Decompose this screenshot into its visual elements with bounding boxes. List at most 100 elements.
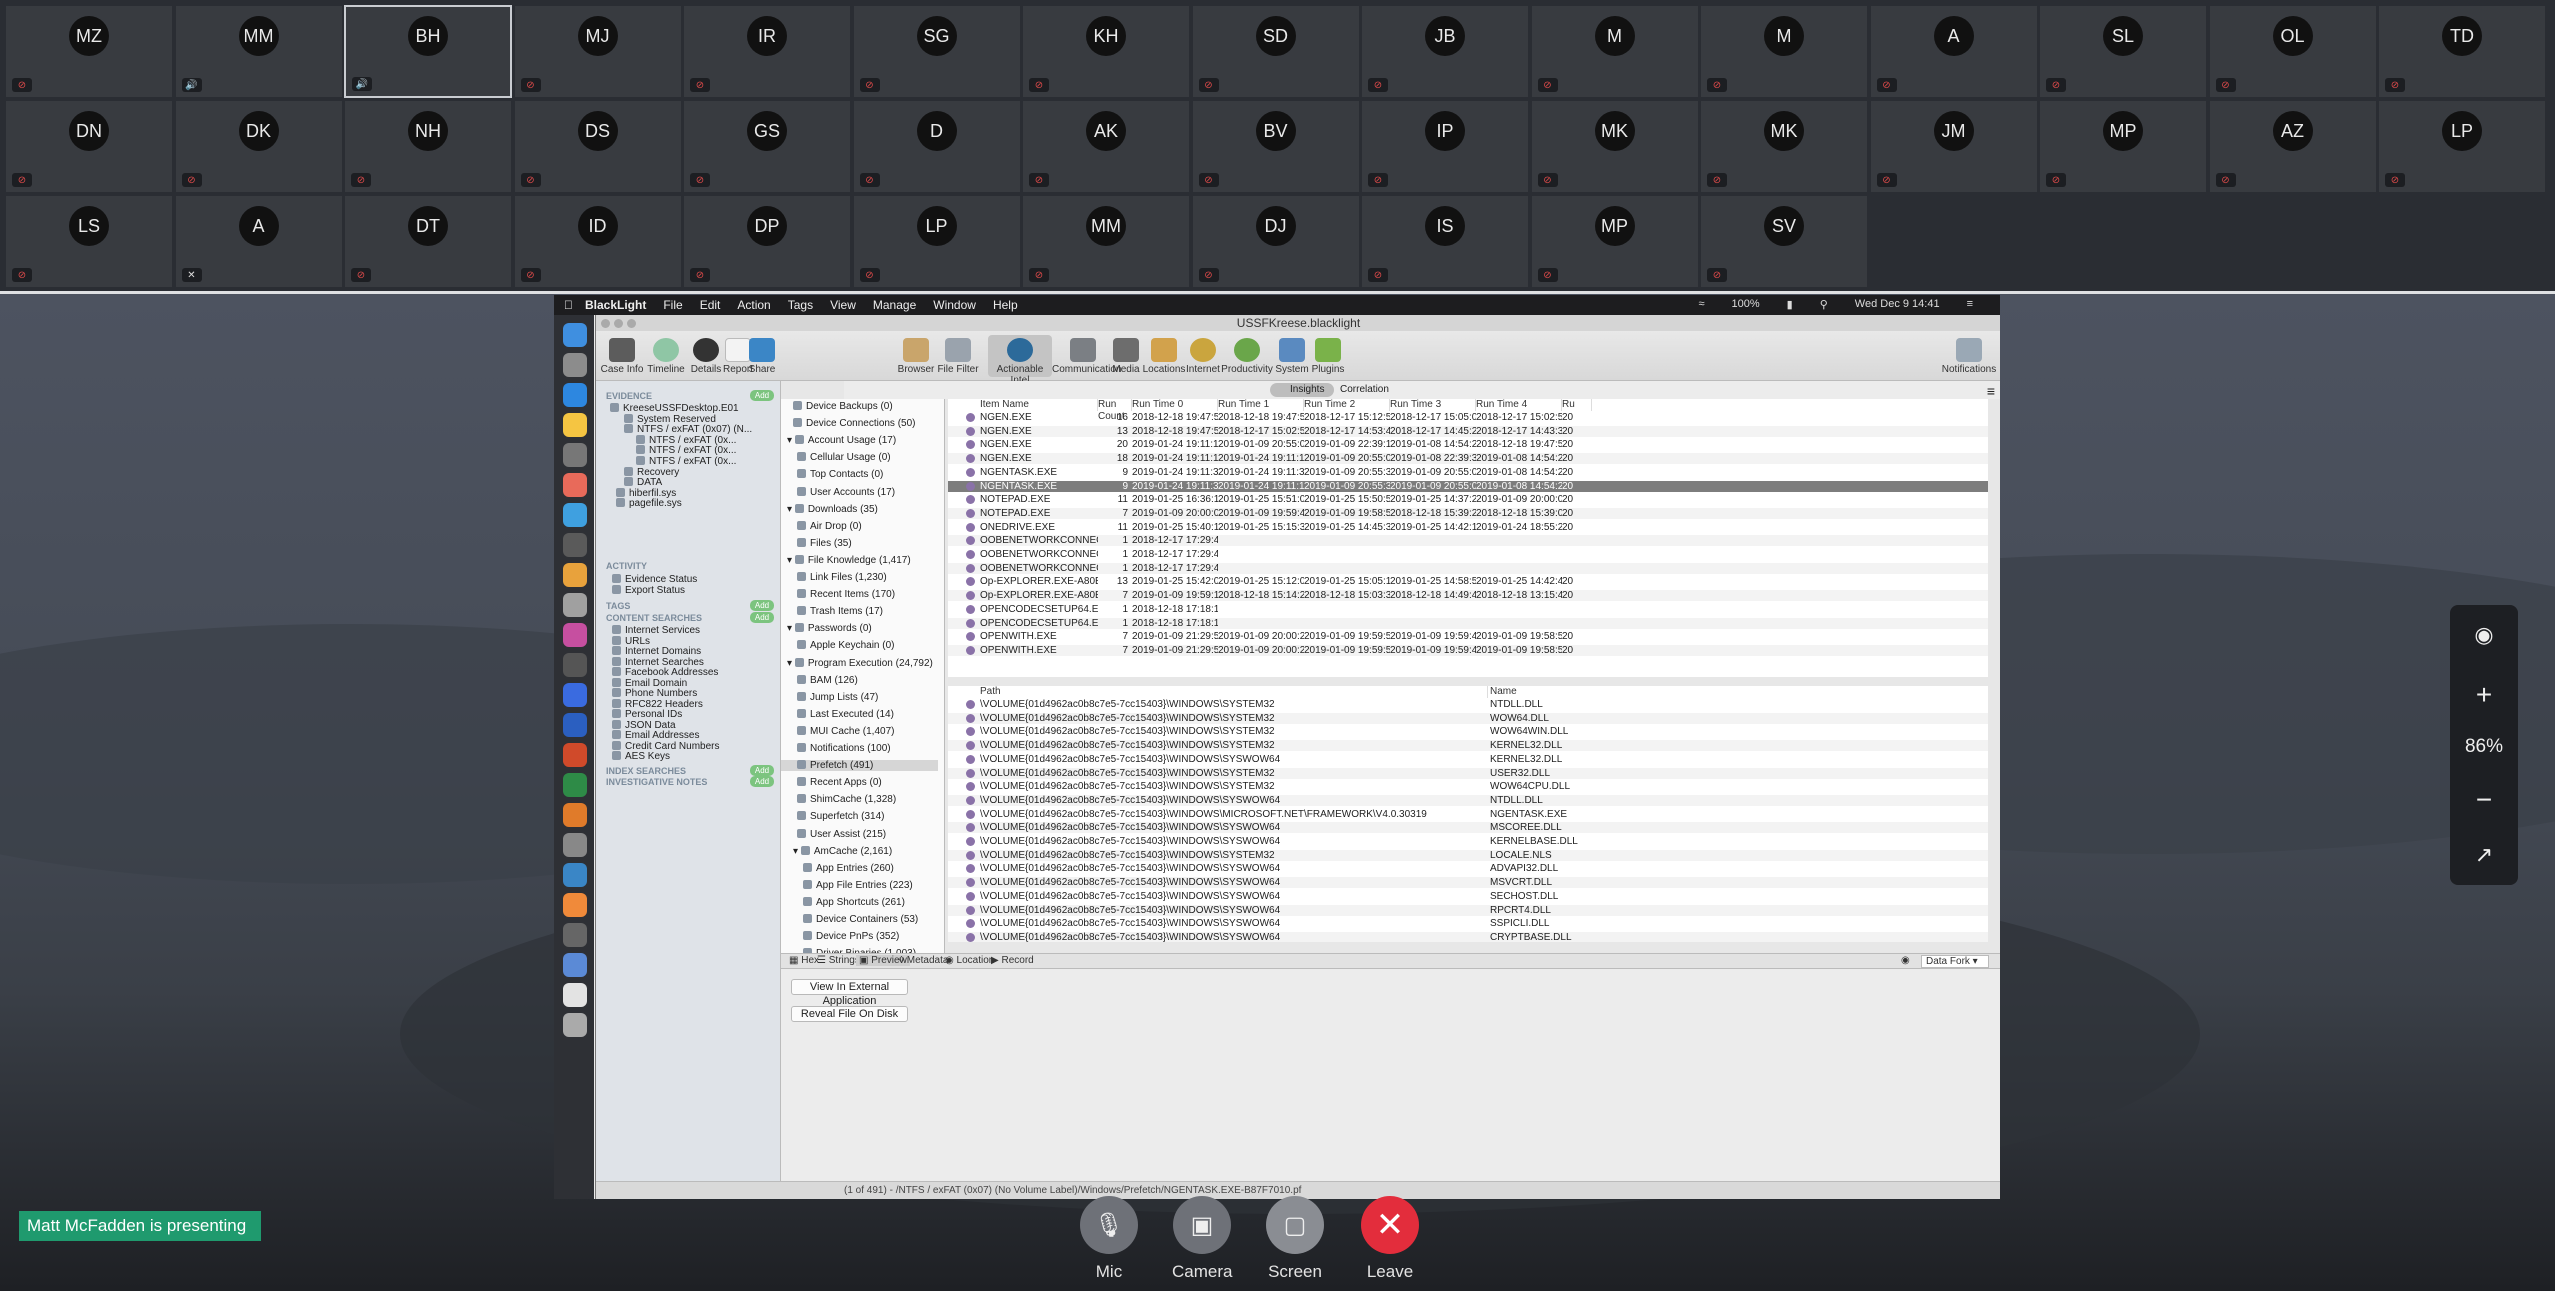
table-row[interactable]: OPENWITH.EXE72019-01-09 21:29:54 (UTC)20…: [948, 631, 1988, 642]
productivity-button[interactable]: Productivity: [1218, 338, 1276, 375]
battery-icon[interactable]: ▮: [1787, 298, 1793, 311]
artifact-item[interactable]: ▾ Downloads (35): [787, 503, 878, 515]
participant-tile[interactable]: AZ ⊘: [2208, 100, 2377, 193]
table-row[interactable]: NGENTASK.EXE92019-01-24 19:11:35 (UTC)20…: [948, 467, 1988, 478]
evidence-item[interactable]: pagefile.sys: [616, 498, 682, 509]
dock-app-icon[interactable]: [563, 623, 587, 647]
dock-app-icon[interactable]: [563, 983, 587, 1007]
table-row[interactable]: \VOLUME{01d4962ac0b8c7e5-7cc15403}\WINDO…: [948, 836, 1988, 847]
leave-control[interactable]: ✕ Leave: [1360, 1196, 1420, 1282]
tab-location[interactable]: ◉ Location: [945, 955, 994, 966]
col-run-time-3[interactable]: Run Time 3: [1390, 399, 1476, 411]
dock-app-icon[interactable]: [563, 533, 587, 557]
column-settings-icon[interactable]: ≡: [1987, 383, 1995, 399]
evidence-item[interactable]: DATA: [624, 477, 662, 488]
dock-app-icon[interactable]: [563, 683, 587, 707]
participant-tile[interactable]: A ⊘: [1869, 5, 2038, 98]
artifact-item[interactable]: ShimCache (1,328): [797, 794, 896, 805]
content-search-item[interactable]: Phone Numbers: [612, 688, 697, 699]
participant-tile[interactable]: DN ⊘: [5, 100, 173, 193]
participant-tile[interactable]: GS ⊘: [683, 100, 851, 193]
table-row[interactable]: \VOLUME{01d4962ac0b8c7e5-7cc15403}\WINDO…: [948, 794, 1988, 806]
participant-tile[interactable]: SD ⊘: [1191, 5, 1360, 98]
table-row[interactable]: \VOLUME{01d4962ac0b8c7e5-7cc15403}\WINDO…: [948, 918, 1988, 929]
participant-tile[interactable]: MK ⊘: [1700, 100, 1868, 193]
artifact-item[interactable]: Recent Items (170): [797, 589, 895, 600]
evidence-item[interactable]: NTFS / exFAT (0x...: [636, 445, 736, 456]
menu-window[interactable]: Window: [933, 298, 976, 312]
table-row[interactable]: Op-EXPLORER.EXE-A80E4F97 7 2019-01-09 19:5…: [948, 590, 1988, 602]
artifact-item[interactable]: Apple Keychain (0): [797, 640, 895, 651]
artifact-item[interactable]: Device Backups (0): [793, 401, 893, 412]
content-search-item[interactable]: RFC822 Headers: [612, 698, 703, 710]
artifact-item[interactable]: Device PnPs (352): [803, 931, 899, 942]
artifact-item[interactable]: App File Entries (223): [803, 879, 913, 891]
content-search-item[interactable]: AES Keys: [612, 751, 670, 762]
col-name[interactable]: Name: [1490, 686, 1590, 698]
dock-app-icon[interactable]: [563, 953, 587, 977]
participant-tile[interactable]: SV ⊘: [1700, 195, 1868, 288]
participant-tile[interactable]: A ✕: [174, 195, 343, 288]
participant-tile[interactable]: IP ⊘: [1361, 100, 1529, 193]
col-run-time-5[interactable]: Ru: [1562, 399, 1592, 411]
table-row[interactable]: \VOLUME{01d4962ac0b8c7e5-7cc15403}\WINDO…: [948, 822, 1988, 834]
table-row[interactable]: \VOLUME{01d4962ac0b8c7e5-7cc15403}\WINDO…: [948, 863, 1988, 874]
menu-action[interactable]: Action: [737, 298, 770, 312]
dock-app-icon[interactable]: [563, 383, 587, 407]
tab-record[interactable]: ▶ Record: [991, 955, 1034, 966]
table-row[interactable]: \VOLUME{01d4962ac0b8c7e5-7cc15403}\WINDO…: [948, 726, 1988, 737]
content-search-item[interactable]: Internet Domains: [612, 646, 701, 657]
artifact-item[interactable]: MUI Cache (1,407): [797, 725, 894, 737]
apple-icon[interactable]: : [564, 298, 573, 312]
artifact-item[interactable]: Recent Apps (0): [797, 777, 882, 788]
zoom-out-button[interactable]: −: [2464, 780, 2504, 820]
mic-control[interactable]: 🎙 Mic: [1079, 1196, 1139, 1282]
correlation-toggle[interactable]: Correlation: [1320, 383, 1399, 397]
add-note-button[interactable]: Add: [750, 776, 774, 787]
content-search-item[interactable]: Credit Card Numbers: [612, 740, 719, 752]
zoom-window-button[interactable]: [627, 319, 636, 328]
artifact-item[interactable]: BAM (126): [797, 674, 858, 686]
evidence-item[interactable]: hiberfil.sys: [616, 487, 676, 499]
participant-tile[interactable]: DS ⊘: [513, 100, 682, 193]
evidence-item[interactable]: System Reserved: [624, 413, 716, 425]
table-row[interactable]: OOBENETWORKCONNECTIONFLOW.E... 1 2018-12-1…: [948, 562, 1988, 574]
col-run-time-4[interactable]: Run Time 4: [1476, 399, 1562, 411]
table-row[interactable]: NGEN.EXE202019-01-24 19:11:17 (UTC)2019-…: [948, 439, 1988, 450]
participant-tile[interactable]: LP ⊘: [2378, 100, 2546, 193]
col-item-name[interactable]: Item Name: [980, 399, 1098, 411]
table-row[interactable]: \VOLUME{01d4962ac0b8c7e5-7cc15403}\WINDO…: [948, 754, 1988, 765]
add-tag-button[interactable]: Add: [750, 600, 774, 611]
artifact-item[interactable]: Notifications (100): [797, 743, 891, 754]
table-row[interactable]: OPENCODECSETUP64.EXE 1 2018-12-18 17:18:14…: [948, 617, 1988, 629]
add-index-search-button[interactable]: Add: [750, 765, 774, 776]
participant-tile[interactable]: TD ⊘: [2378, 5, 2546, 98]
participant-tile[interactable]: DK ⊘: [174, 100, 343, 193]
participant-tile[interactable]: KH ⊘: [1022, 5, 1190, 98]
artifact-item[interactable]: App Shortcuts (261): [803, 896, 905, 908]
dock-app-icon[interactable]: [563, 833, 587, 857]
sidebar-item-evidence-status[interactable]: Evidence Status: [612, 574, 697, 585]
table-row[interactable]: \VOLUME{01d4962ac0b8c7e5-7cc15403}\WINDO…: [948, 849, 1988, 861]
participant-tile[interactable]: JM ⊘: [1869, 100, 2038, 193]
dock-app-icon[interactable]: [563, 653, 587, 677]
camera-snapshot-icon[interactable]: ◉: [2464, 615, 2504, 655]
search-icon[interactable]: ⚲: [1820, 298, 1828, 311]
disclosure-triangle-icon[interactable]: ▾: [787, 435, 795, 446]
dock-app-icon[interactable]: [563, 893, 587, 917]
participant-tile[interactable]: D ⊘: [852, 100, 1021, 193]
table-row[interactable]: NGEN.EXE182019-01-24 19:11:18 (UTC)2019-…: [948, 453, 1988, 465]
table-row[interactable]: NGEN.EXE162018-12-18 19:47:50 (UTC)2018-…: [948, 412, 1988, 423]
table-row[interactable]: \VOLUME{01d4962ac0b8c7e5-7cc15403}\WINDO…: [948, 781, 1988, 792]
menu-file[interactable]: File: [663, 298, 682, 312]
dock-app-icon[interactable]: [563, 353, 587, 377]
table-row[interactable]: \VOLUME{01d4962ac0b8c7e5-7cc15403}\WINDO…: [948, 877, 1988, 889]
artifact-item[interactable]: ▾ Program Execution (24,792): [787, 657, 933, 669]
table-row[interactable]: OPENCODECSETUP64.EXE 1 2018-12-18 17:18:14…: [948, 604, 1988, 615]
table-row[interactable]: \VOLUME{01d4962ac0b8c7e5-7cc15403}\WINDO…: [948, 931, 1988, 942]
screen-control[interactable]: ▢ Screen: [1265, 1196, 1325, 1282]
table-row[interactable]: NGEN.EXE132018-12-18 19:47:50 (UTC)2018-…: [948, 425, 1988, 437]
evidence-item[interactable]: KreeseUSSFDesktop.E01: [610, 403, 739, 414]
content-search-item[interactable]: Internet Searches: [612, 656, 704, 668]
dock-app-icon[interactable]: [563, 593, 587, 617]
